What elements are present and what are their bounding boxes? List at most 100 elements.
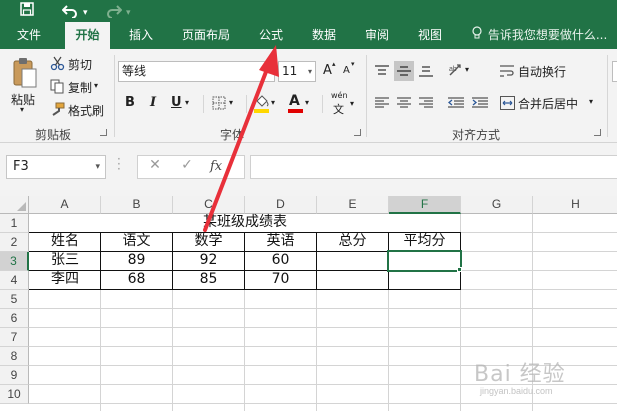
increase-indent-button[interactable]	[470, 93, 490, 113]
column-header-a[interactable]: A	[29, 196, 101, 214]
font-launcher-icon[interactable]	[354, 129, 361, 136]
font-name-combo[interactable]: 等线 ▾	[118, 61, 275, 82]
lightbulb-icon	[472, 22, 484, 49]
paintbrush-icon	[50, 102, 65, 120]
name-box-dropdown-icon: ▾	[95, 162, 100, 172]
tab-formulas[interactable]: 公式	[250, 22, 292, 49]
fill-color-dropdown-icon: ▾	[271, 98, 276, 107]
column-header-e[interactable]: E	[317, 196, 389, 214]
group-separator	[114, 55, 115, 137]
wrap-text-button[interactable]: 自动换行	[498, 61, 574, 81]
tab-data[interactable]: 数据	[303, 22, 345, 49]
header-total: 总分	[338, 233, 367, 249]
align-center-icon	[397, 97, 411, 112]
row-header-6[interactable]: 6	[0, 309, 29, 328]
select-all-button[interactable]	[0, 196, 29, 214]
format-painter-button[interactable]: 格式刷	[50, 101, 106, 119]
column-header-b[interactable]: B	[101, 196, 173, 214]
tab-view[interactable]: 视图	[409, 22, 451, 49]
merge-center-icon	[500, 96, 515, 113]
align-left-icon	[375, 97, 389, 112]
formula-input[interactable]	[250, 155, 617, 179]
align-top-button[interactable]	[372, 61, 392, 81]
clipboard-launcher-icon[interactable]	[100, 129, 107, 136]
tell-me-box[interactable]: 告诉我您想要做什么...	[472, 22, 607, 49]
resize-handle-icon[interactable]: · · ·	[117, 153, 121, 175]
increase-font-button[interactable]: A ▴	[322, 60, 338, 81]
column-header-g[interactable]: G	[461, 196, 533, 214]
row-header-10[interactable]: 10	[0, 385, 29, 404]
undo-dropdown-icon[interactable]: ▾	[83, 4, 88, 22]
font-size-combo[interactable]: 11 ▾	[278, 61, 316, 82]
formula-bar-area: F3 ▾ · · · ✕ ✓ fx	[0, 143, 617, 196]
row-header-5[interactable]: 5	[0, 290, 29, 309]
column-header-f[interactable]: F	[389, 196, 461, 214]
row-header-8[interactable]: 8	[0, 347, 29, 366]
wrap-text-label: 自动换行	[518, 65, 567, 79]
align-center-button[interactable]	[394, 93, 414, 113]
worksheet-grid[interactable]: A B C D E F G H 1 2 3 4 5 6 7 8 9 10 某班级…	[0, 196, 617, 411]
header-name: 姓名	[51, 233, 79, 249]
tab-page-layout[interactable]: 页面布局	[174, 22, 238, 49]
merge-center-button[interactable]: 合并后居中 ▾	[498, 93, 600, 113]
borders-dropdown-icon: ▾	[229, 98, 234, 107]
enter-icon[interactable]: ✓	[176, 157, 198, 173]
column-header-d[interactable]: D	[245, 196, 317, 214]
header-average: 平均分	[403, 233, 446, 249]
row-header-4[interactable]: 4	[0, 271, 29, 290]
column-header-c[interactable]: C	[173, 196, 245, 214]
align-right-button[interactable]	[416, 93, 436, 113]
tab-review[interactable]: 审阅	[356, 22, 398, 49]
fill-handle[interactable]	[457, 267, 462, 272]
phonetic-button[interactable]: wén 文 ▾	[329, 91, 359, 116]
alignment-launcher-icon[interactable]	[594, 129, 601, 136]
name-box[interactable]: F3 ▾	[6, 155, 106, 179]
increase-indent-icon	[472, 97, 488, 112]
tab-file[interactable]: 文件	[9, 22, 49, 49]
title-bar: ▾ ▾	[0, 0, 617, 22]
group-separator	[366, 55, 367, 137]
fill-color-button[interactable]: ▾	[252, 93, 280, 115]
cell-name: 张三	[51, 252, 79, 268]
align-bottom-button[interactable]	[416, 61, 436, 81]
gridline	[29, 327, 617, 328]
number-format-combo[interactable]	[612, 61, 617, 82]
underline-button[interactable]: U ▾	[168, 93, 194, 113]
decrease-indent-button[interactable]	[446, 93, 466, 113]
cut-button[interactable]: 剪切	[50, 55, 100, 73]
insert-function-button[interactable]: fx	[210, 159, 222, 174]
borders-button[interactable]: ▾	[210, 93, 238, 113]
font-size-dropdown-icon: ▾	[307, 67, 312, 76]
row-header-7[interactable]: 7	[0, 328, 29, 347]
row-header-2[interactable]: 2	[0, 233, 29, 252]
decrease-font-button[interactable]: A ▾	[342, 60, 358, 81]
ribbon-home: 粘贴 ▾ 剪切 复制 ▾ 格式刷 剪贴板 等线 ▾ 11 ▾ A ▴ A ▾ B…	[0, 49, 617, 143]
tell-me-text: 告诉我您想要做什么...	[487, 28, 608, 42]
italic-button[interactable]: I	[145, 93, 161, 113]
row-header-9[interactable]: 9	[0, 366, 29, 385]
copy-button[interactable]: 复制 ▾	[50, 78, 102, 96]
font-color-swatch	[288, 109, 303, 113]
orientation-button[interactable]: ab ▾	[446, 61, 474, 81]
bold-button[interactable]: B	[122, 93, 138, 113]
font-color-button[interactable]: A ▾	[286, 93, 314, 115]
tab-insert[interactable]: 插入	[120, 22, 162, 49]
paste-button[interactable]: 粘贴 ▾	[8, 55, 42, 115]
undo-icon[interactable]	[61, 2, 78, 22]
align-left-button[interactable]	[372, 93, 392, 113]
align-middle-button[interactable]	[394, 61, 414, 81]
save-icon[interactable]	[20, 2, 34, 20]
column-header-h[interactable]: H	[533, 196, 617, 214]
cancel-icon[interactable]: ✕	[144, 157, 166, 173]
alignment-group-label: 对齐方式	[452, 128, 501, 142]
align-bottom-icon	[419, 65, 433, 80]
redo-icon[interactable]	[106, 2, 123, 22]
active-cell-outline[interactable]	[387, 250, 462, 272]
redo-dropdown-icon[interactable]: ▾	[126, 4, 131, 22]
decrease-indent-icon	[447, 97, 464, 112]
ribbon-tab-bar: 文件 开始 插入 页面布局 公式 数据 审阅 视图 告诉我您想要做什么...	[0, 22, 617, 49]
tab-home[interactable]: 开始	[65, 22, 110, 49]
text-orientation-icon: ab	[448, 63, 464, 80]
row-header-3[interactable]: 3	[0, 252, 29, 271]
row-header-1[interactable]: 1	[0, 214, 29, 233]
